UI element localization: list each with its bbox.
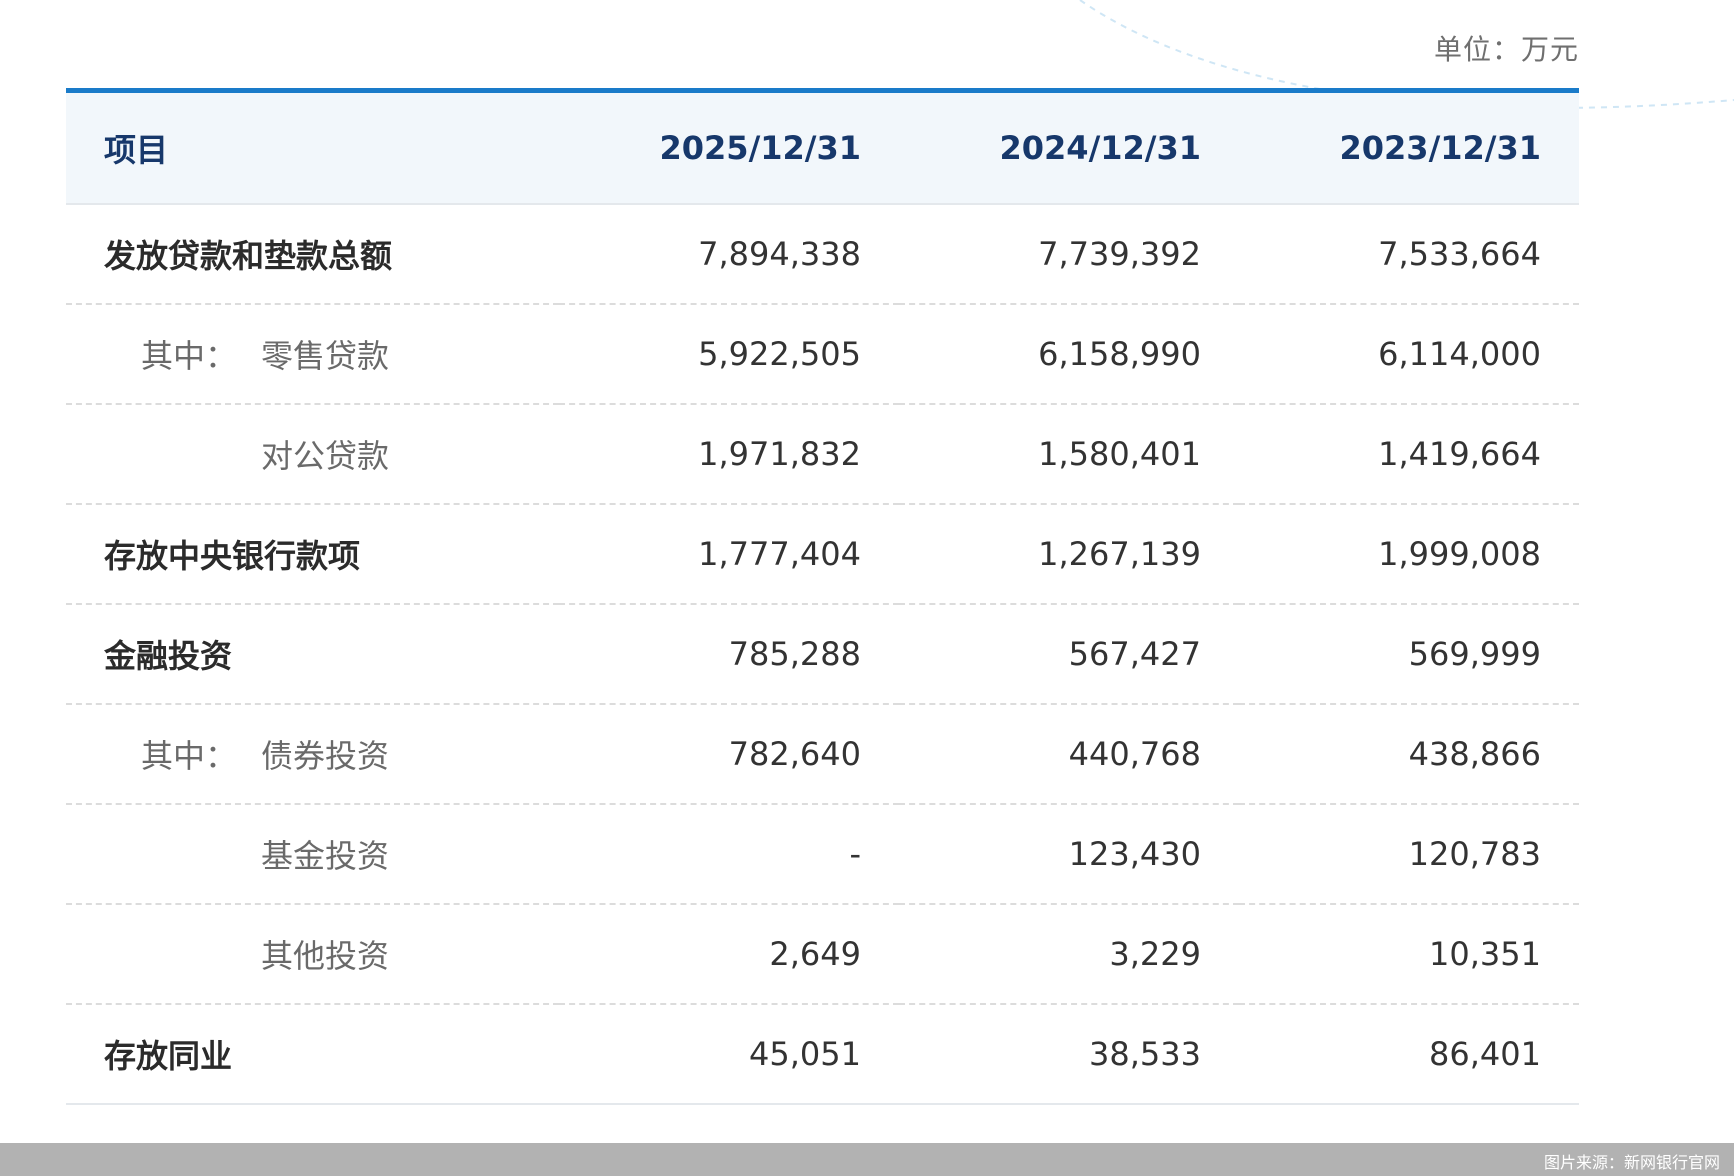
cell-value: 10,351: [1239, 904, 1579, 1005]
cell-value: 7,894,338: [559, 204, 899, 305]
row-label: 发放贷款和垫款总额: [66, 204, 559, 305]
cell-value: 5,922,505: [559, 304, 899, 405]
table-row: 其中： 债券投资 782,640 440,768 438,866: [66, 704, 1579, 805]
balance-table: 项目 2025/12/31 2024/12/31 2023/12/31 发放贷款…: [66, 88, 1579, 1105]
row-label: 其他投资: [261, 937, 390, 975]
cell-value: 782,640: [559, 704, 899, 805]
cell-value: 38,533: [899, 1004, 1239, 1105]
table-row: 发放贷款和垫款总额 7,894,338 7,739,392 7,533,664: [66, 204, 1579, 305]
cell-value: 3,229: [899, 904, 1239, 1005]
row-label: 对公贷款: [261, 437, 390, 475]
cell-value: -: [559, 804, 899, 905]
cell-value: 86,401: [1239, 1004, 1579, 1105]
cell-value: 1,777,404: [559, 504, 899, 605]
cell-value: 123,430: [899, 804, 1239, 905]
row-label: 存放中央银行款项: [66, 504, 559, 605]
cell-value: 785,288: [559, 604, 899, 705]
cell-value: 7,739,392: [899, 204, 1239, 305]
cell-value: 1,999,008: [1239, 504, 1579, 605]
row-label: 存放同业: [66, 1004, 559, 1105]
row-prefix: 其中：: [141, 737, 238, 775]
cell-value: 438,866: [1239, 704, 1579, 805]
cell-value: 6,158,990: [899, 304, 1239, 405]
cell-value: 440,768: [899, 704, 1239, 805]
balance-table-container: 项目 2025/12/31 2024/12/31 2023/12/31 发放贷款…: [66, 88, 1579, 1105]
row-label-cell: 其他投资: [66, 904, 559, 1005]
table-row: 基金投资 - 123,430 120,783: [66, 804, 1579, 905]
table-row: 对公贷款 1,971,832 1,580,401 1,419,664: [66, 404, 1579, 505]
row-label: 零售贷款: [261, 337, 390, 375]
row-label-cell: 对公贷款: [66, 404, 559, 505]
table-header-row: 项目 2025/12/31 2024/12/31 2023/12/31: [66, 90, 1579, 205]
cell-value: 120,783: [1239, 804, 1579, 905]
cell-value: 45,051: [559, 1004, 899, 1105]
header-date-2024: 2024/12/31: [899, 90, 1239, 205]
cell-value: 1,419,664: [1239, 404, 1579, 505]
header-item: 项目: [66, 90, 559, 205]
unit-label: 单位：万元: [1433, 33, 1579, 66]
row-label: 基金投资: [261, 837, 390, 875]
table-row: 存放同业 45,051 38,533 86,401: [66, 1004, 1579, 1105]
cell-value: 6,114,000: [1239, 304, 1579, 405]
table-row: 其他投资 2,649 3,229 10,351: [66, 904, 1579, 1005]
table-row: 金融投资 785,288 567,427 569,999: [66, 604, 1579, 705]
cell-value: 2,649: [559, 904, 899, 1005]
cell-value: 1,580,401: [899, 404, 1239, 505]
image-source-credit: 图片来源：新网银行官网: [1543, 1153, 1720, 1172]
table-row: 存放中央银行款项 1,777,404 1,267,139 1,999,008: [66, 504, 1579, 605]
cell-value: 1,267,139: [899, 504, 1239, 605]
header-date-2023: 2023/12/31: [1239, 90, 1579, 205]
cell-value: 567,427: [899, 604, 1239, 705]
source-footer-bar: 图片来源：新网银行官网: [0, 1143, 1734, 1176]
cell-value: 7,533,664: [1239, 204, 1579, 305]
row-label: 债券投资: [261, 737, 390, 775]
row-label-cell: 其中： 债券投资: [66, 704, 559, 805]
cell-value: 569,999: [1239, 604, 1579, 705]
page: 单位：万元 项目 2025/12/31 2024/12/31 2023/12/3…: [0, 0, 1734, 1176]
table-row: 其中： 零售贷款 5,922,505 6,158,990 6,114,000: [66, 304, 1579, 405]
row-label-cell: 基金投资: [66, 804, 559, 905]
cell-value: 1,971,832: [559, 404, 899, 505]
row-label: 金融投资: [66, 604, 559, 705]
row-prefix: 其中：: [141, 337, 238, 375]
header-date-2025: 2025/12/31: [559, 90, 899, 205]
row-label-cell: 其中： 零售贷款: [66, 304, 559, 405]
